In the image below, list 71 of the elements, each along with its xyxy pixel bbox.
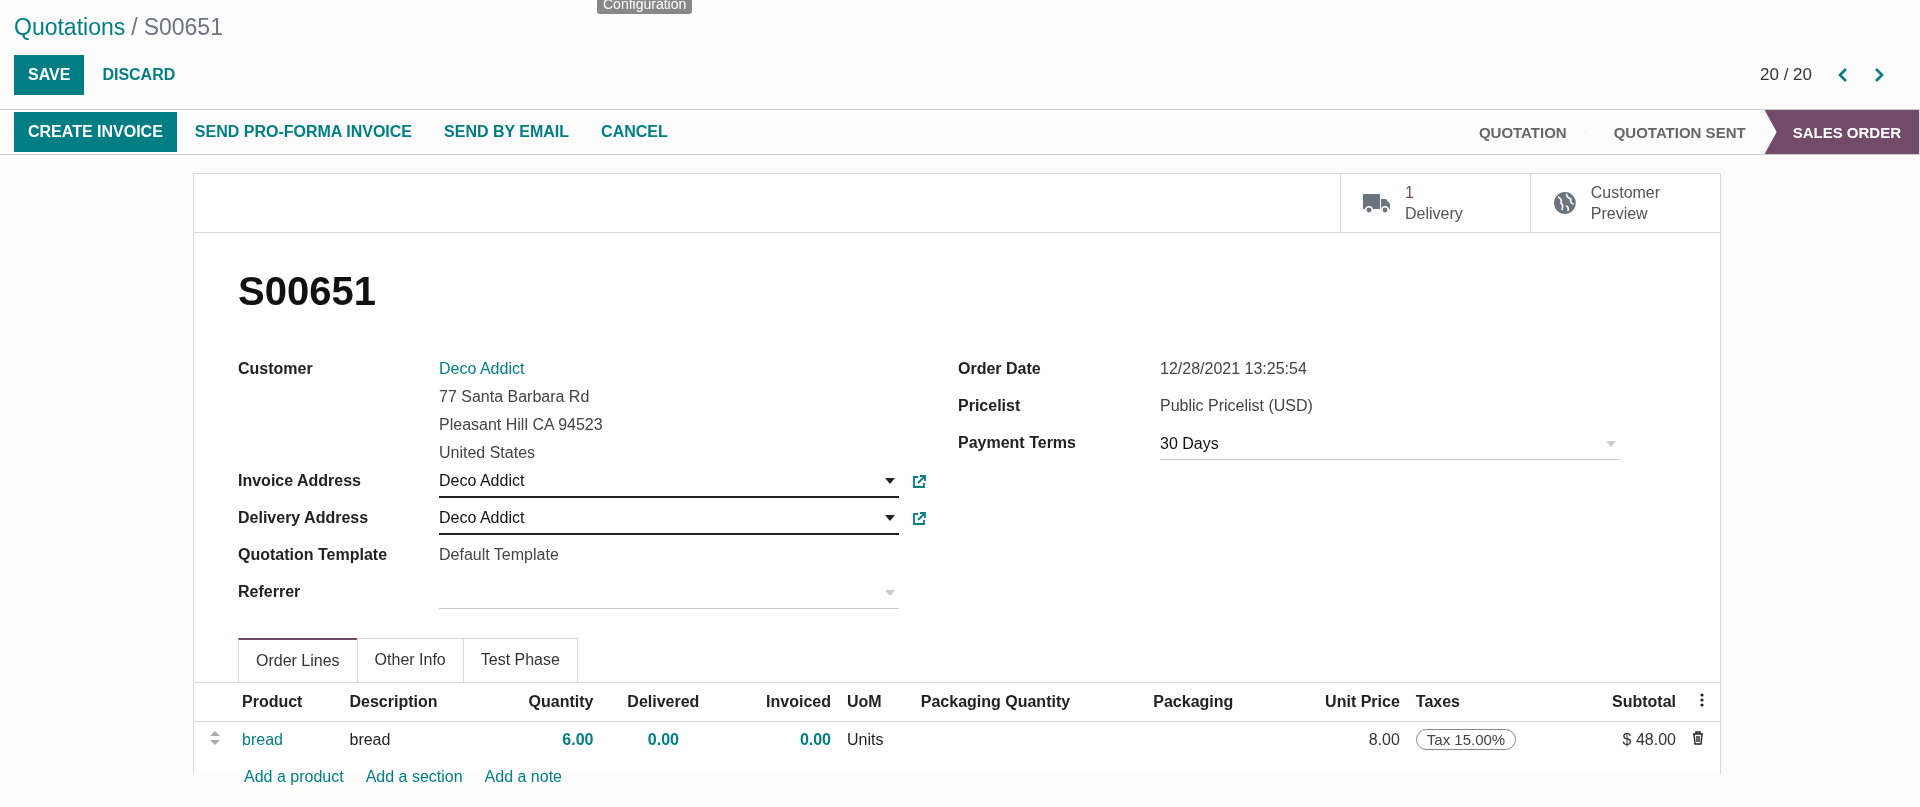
- truck-icon: [1363, 192, 1391, 214]
- save-button[interactable]: SAVE: [14, 55, 85, 95]
- kebab-menu-icon[interactable]: [1700, 693, 1704, 707]
- globe-icon: [1553, 191, 1577, 215]
- column-header[interactable]: Unit Price: [1325, 693, 1400, 710]
- next-icon[interactable]: [1874, 68, 1884, 82]
- stage-step[interactable]: SALES ORDER: [1764, 110, 1920, 154]
- add-line-link[interactable]: Add a section: [365, 762, 463, 790]
- add-line-link[interactable]: Add a note: [484, 762, 562, 790]
- column-header[interactable]: Packaging Quantity: [920, 693, 1071, 710]
- field-value: 12/28/2021 13:25:54: [1160, 359, 1308, 379]
- field-label: Pricelist: [958, 396, 1022, 415]
- stage-step[interactable]: QUOTATION SENT: [1585, 110, 1765, 154]
- table-cell: 8.00: [1368, 731, 1400, 748]
- column-header[interactable]: Product: [242, 693, 303, 710]
- drag-handle-icon[interactable]: [210, 731, 220, 745]
- tab[interactable]: Test Phase: [462, 638, 578, 682]
- caret-icon: [885, 515, 895, 521]
- external-link-icon[interactable]: [911, 474, 927, 490]
- field-label: Invoice Address: [238, 471, 362, 490]
- caret-icon: [885, 478, 895, 484]
- select-field[interactable]: 30 Days: [1160, 428, 1620, 460]
- field-label: Referrer: [238, 582, 302, 601]
- column-header[interactable]: Description: [349, 693, 438, 710]
- table-cell: 0.00: [647, 731, 679, 748]
- table-cell: $ 48.00: [1622, 731, 1676, 748]
- caret-icon: [885, 589, 895, 596]
- breadcrumb-separator: /: [131, 14, 138, 41]
- tab[interactable]: Order Lines: [238, 638, 358, 682]
- stage-step[interactable]: QUOTATION: [1450, 110, 1586, 154]
- select-field[interactable]: Deco Addict: [439, 466, 899, 498]
- caret-icon: [1606, 440, 1616, 447]
- field-label: Customer: [238, 359, 314, 378]
- field-value: Default Template: [439, 545, 560, 565]
- column-header[interactable]: Subtotal: [1612, 693, 1676, 710]
- record-title: S00651: [238, 269, 377, 314]
- table-cell: 6.00: [562, 731, 594, 748]
- customer-link[interactable]: Deco Addict: [439, 354, 958, 382]
- breadcrumb-link[interactable]: Quotations: [14, 14, 126, 41]
- field-label: Quotation Template: [238, 545, 389, 564]
- column-header[interactable]: Packaging: [1153, 693, 1234, 710]
- field-label: Order Date: [958, 359, 1042, 378]
- trash-icon[interactable]: [1692, 731, 1704, 745]
- table-cell: bread: [242, 731, 283, 748]
- field-label: Payment Terms: [958, 433, 1077, 452]
- smart-button[interactable]: 1 Delivery: [1340, 174, 1530, 232]
- column-header[interactable]: Taxes: [1415, 693, 1460, 710]
- pager-count: 20 / 20: [1760, 65, 1812, 85]
- address-line: United States: [439, 443, 537, 463]
- address-line: Pleasant Hill CA 94523: [439, 415, 604, 435]
- column-header[interactable]: Invoiced: [766, 693, 831, 710]
- discard-button[interactable]: DISCARD: [88, 55, 190, 95]
- smart-button[interactable]: Customer Preview: [1530, 174, 1720, 232]
- table-cell: Units: [847, 731, 884, 748]
- table-cell: 0.00: [799, 731, 831, 748]
- column-header[interactable]: UoM: [847, 693, 882, 710]
- breadcrumb-current: S00651: [143, 14, 223, 41]
- add-line-link[interactable]: Add a product: [244, 762, 344, 790]
- external-link-icon[interactable]: [911, 511, 927, 527]
- column-header[interactable]: Quantity: [528, 693, 594, 710]
- action-button[interactable]: SEND BY EMAIL: [430, 112, 584, 152]
- action-button[interactable]: CANCEL: [587, 112, 682, 152]
- previous-icon[interactable]: [1838, 68, 1848, 82]
- select-field[interactable]: Deco Addict: [439, 503, 899, 535]
- column-header[interactable]: Delivered: [627, 693, 700, 710]
- action-button[interactable]: SEND PRO-FORMA INVOICE: [180, 112, 427, 152]
- table-cell: bread: [349, 731, 391, 748]
- action-button[interactable]: CREATE INVOICE: [14, 112, 177, 152]
- address-line: 77 Santa Barbara Rd: [439, 387, 591, 407]
- field-label: Delivery Address: [238, 508, 370, 527]
- field-value: Public Pricelist (USD): [1160, 396, 1314, 416]
